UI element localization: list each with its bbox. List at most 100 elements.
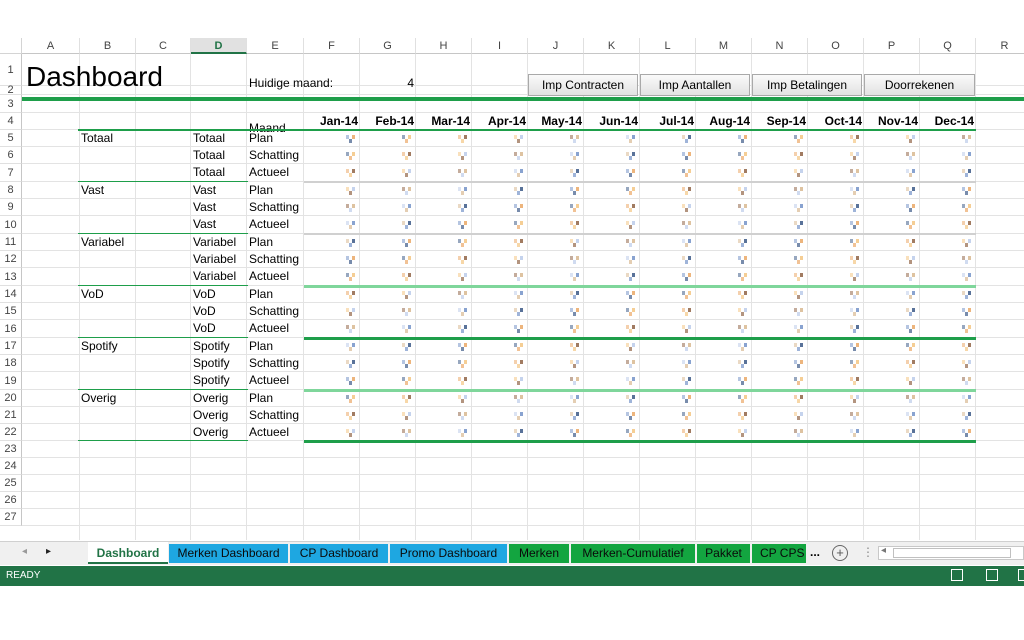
column-header-g[interactable]: G — [360, 38, 416, 54]
column-header-d[interactable]: D — [191, 38, 247, 54]
splitter-icon[interactable]: ⋮ — [862, 545, 874, 559]
sheet-tab-dashboard[interactable]: Dashboard — [88, 542, 168, 564]
sheet-tab-merken-cumulatief[interactable]: Merken-Cumulatief — [571, 544, 695, 563]
row-header-7[interactable]: 7 — [0, 164, 22, 182]
column-header-h[interactable]: H — [416, 38, 472, 54]
row-header-22[interactable]: 22 — [0, 424, 22, 441]
blurred-value — [349, 225, 352, 229]
column-header-o[interactable]: O — [808, 38, 864, 54]
sheet-tab-pakket[interactable]: Pakket — [697, 544, 750, 563]
row-header-8[interactable]: 8 — [0, 182, 22, 199]
column-header-r[interactable]: R — [976, 38, 1024, 54]
row-header-3[interactable]: 3 — [0, 95, 22, 113]
column-header-p[interactable]: P — [864, 38, 920, 54]
imp-betalingen-button[interactable]: Imp Betalingen — [752, 74, 862, 96]
row-header-14[interactable]: 14 — [0, 286, 22, 303]
spreadsheet-grid[interactable]: ABCDEFGHIJKLMNOPQR 1 2 3 4 5 6 7 8 9 10 11 12 13 14 15… — [0, 38, 1024, 540]
column-header-m[interactable]: M — [696, 38, 752, 54]
blurred-value — [629, 312, 632, 316]
row-header-24[interactable]: 24 — [0, 458, 22, 475]
blurred-value — [520, 377, 523, 381]
column-header-f[interactable]: F — [304, 38, 360, 54]
sheet-tab-merken[interactable]: Merken — [509, 544, 569, 563]
blurred-value — [968, 221, 971, 225]
row-header-12[interactable]: 12 — [0, 251, 22, 268]
blurred-value — [853, 364, 856, 368]
column-header-i[interactable]: I — [472, 38, 528, 54]
row-header-2[interactable]: 2 — [0, 85, 22, 96]
row-header-21[interactable]: 21 — [0, 407, 22, 424]
row-header-5[interactable]: 5 — [0, 130, 22, 147]
select-all-corner[interactable] — [0, 38, 22, 54]
blurred-value — [349, 312, 352, 316]
blurred-value — [741, 225, 744, 229]
sheet-tab-cp-cps[interactable]: CP CPS — [752, 544, 806, 563]
row-header-11[interactable]: 11 — [0, 234, 22, 251]
blurred-value — [800, 239, 803, 243]
blurred-value — [688, 308, 691, 312]
blurred-value — [853, 139, 856, 143]
row-header-6[interactable]: 6 — [0, 147, 22, 164]
blurred-value — [349, 156, 352, 160]
imp-aantallen-button[interactable]: Imp Aantallen — [640, 74, 750, 96]
row-header-9[interactable]: 9 — [0, 199, 22, 216]
blurred-value — [405, 139, 408, 143]
page-break-preview-icon[interactable] — [1018, 569, 1024, 581]
row-header-15[interactable]: 15 — [0, 303, 22, 320]
current-month-value[interactable]: 4 — [360, 75, 414, 92]
sheet-tab-promo-dashboard[interactable]: Promo Dashboard — [390, 544, 507, 563]
imp-contracten-button[interactable]: Imp Contracten — [528, 74, 638, 96]
scrollbar-thumb[interactable] — [893, 548, 1011, 558]
sheet-tab-merken-dashboard[interactable]: Merken Dashboard — [169, 544, 288, 563]
row-header-18[interactable]: 18 — [0, 355, 22, 372]
blurred-value — [797, 225, 800, 229]
doorrekenen-button[interactable]: Doorrekenen — [864, 74, 975, 96]
column-header-k[interactable]: K — [584, 38, 640, 54]
normal-view-icon[interactable] — [951, 569, 963, 581]
row-header-23[interactable]: 23 — [0, 441, 22, 458]
blurred-value — [352, 291, 355, 295]
column-header-n[interactable]: N — [752, 38, 808, 54]
scrollbar-arrow-icon[interactable]: ◂ — [881, 545, 886, 556]
row-header-10[interactable]: 10 — [0, 216, 22, 234]
row-header-25[interactable]: 25 — [0, 475, 22, 492]
row-header-26[interactable]: 26 — [0, 492, 22, 509]
column-header-j[interactable]: J — [528, 38, 584, 54]
blurred-value — [461, 225, 464, 229]
blurred-value — [405, 416, 408, 420]
blurred-value — [856, 360, 859, 364]
row-header-19[interactable]: 19 — [0, 372, 22, 390]
add-sheet-icon[interactable]: + — [832, 545, 848, 561]
row-header-27[interactable]: 27 — [0, 509, 22, 526]
status-bar: READY — [0, 566, 1024, 586]
column-header-l[interactable]: L — [640, 38, 696, 54]
sheet-tab-cp-dashboard[interactable]: CP Dashboard — [290, 544, 388, 563]
row-header-13[interactable]: 13 — [0, 268, 22, 286]
row-category: VoD — [193, 287, 216, 301]
row-header-17[interactable]: 17 — [0, 338, 22, 355]
row-header-20[interactable]: 20 — [0, 390, 22, 407]
scroll-right-icon[interactable]: ▸ — [46, 546, 51, 557]
row-header-4[interactable]: 4 — [0, 113, 22, 130]
blurred-value — [744, 360, 747, 364]
blurred-value — [352, 343, 355, 347]
column-header-q[interactable]: Q — [920, 38, 976, 54]
column-header-c[interactable]: C — [136, 38, 191, 54]
row-category: Overig — [193, 391, 229, 405]
row-header-1[interactable]: 1 — [0, 54, 22, 86]
more-tabs[interactable]: ... — [810, 545, 820, 559]
row-header-16[interactable]: 16 — [0, 320, 22, 338]
column-header-e[interactable]: E — [247, 38, 304, 54]
blurred-value — [797, 243, 800, 247]
blurred-value — [517, 329, 520, 333]
blurred-value — [856, 395, 859, 399]
blurred-value — [576, 204, 579, 208]
blurred-value — [408, 256, 411, 260]
blurred-value — [573, 399, 576, 403]
page-layout-icon[interactable] — [986, 569, 998, 581]
blurred-value — [741, 260, 744, 264]
scroll-left-icon[interactable]: ◂ — [22, 546, 27, 557]
column-header-b[interactable]: B — [80, 38, 136, 54]
column-header-a[interactable]: A — [22, 38, 80, 54]
horizontal-scrollbar[interactable]: ◂ — [878, 545, 1024, 560]
